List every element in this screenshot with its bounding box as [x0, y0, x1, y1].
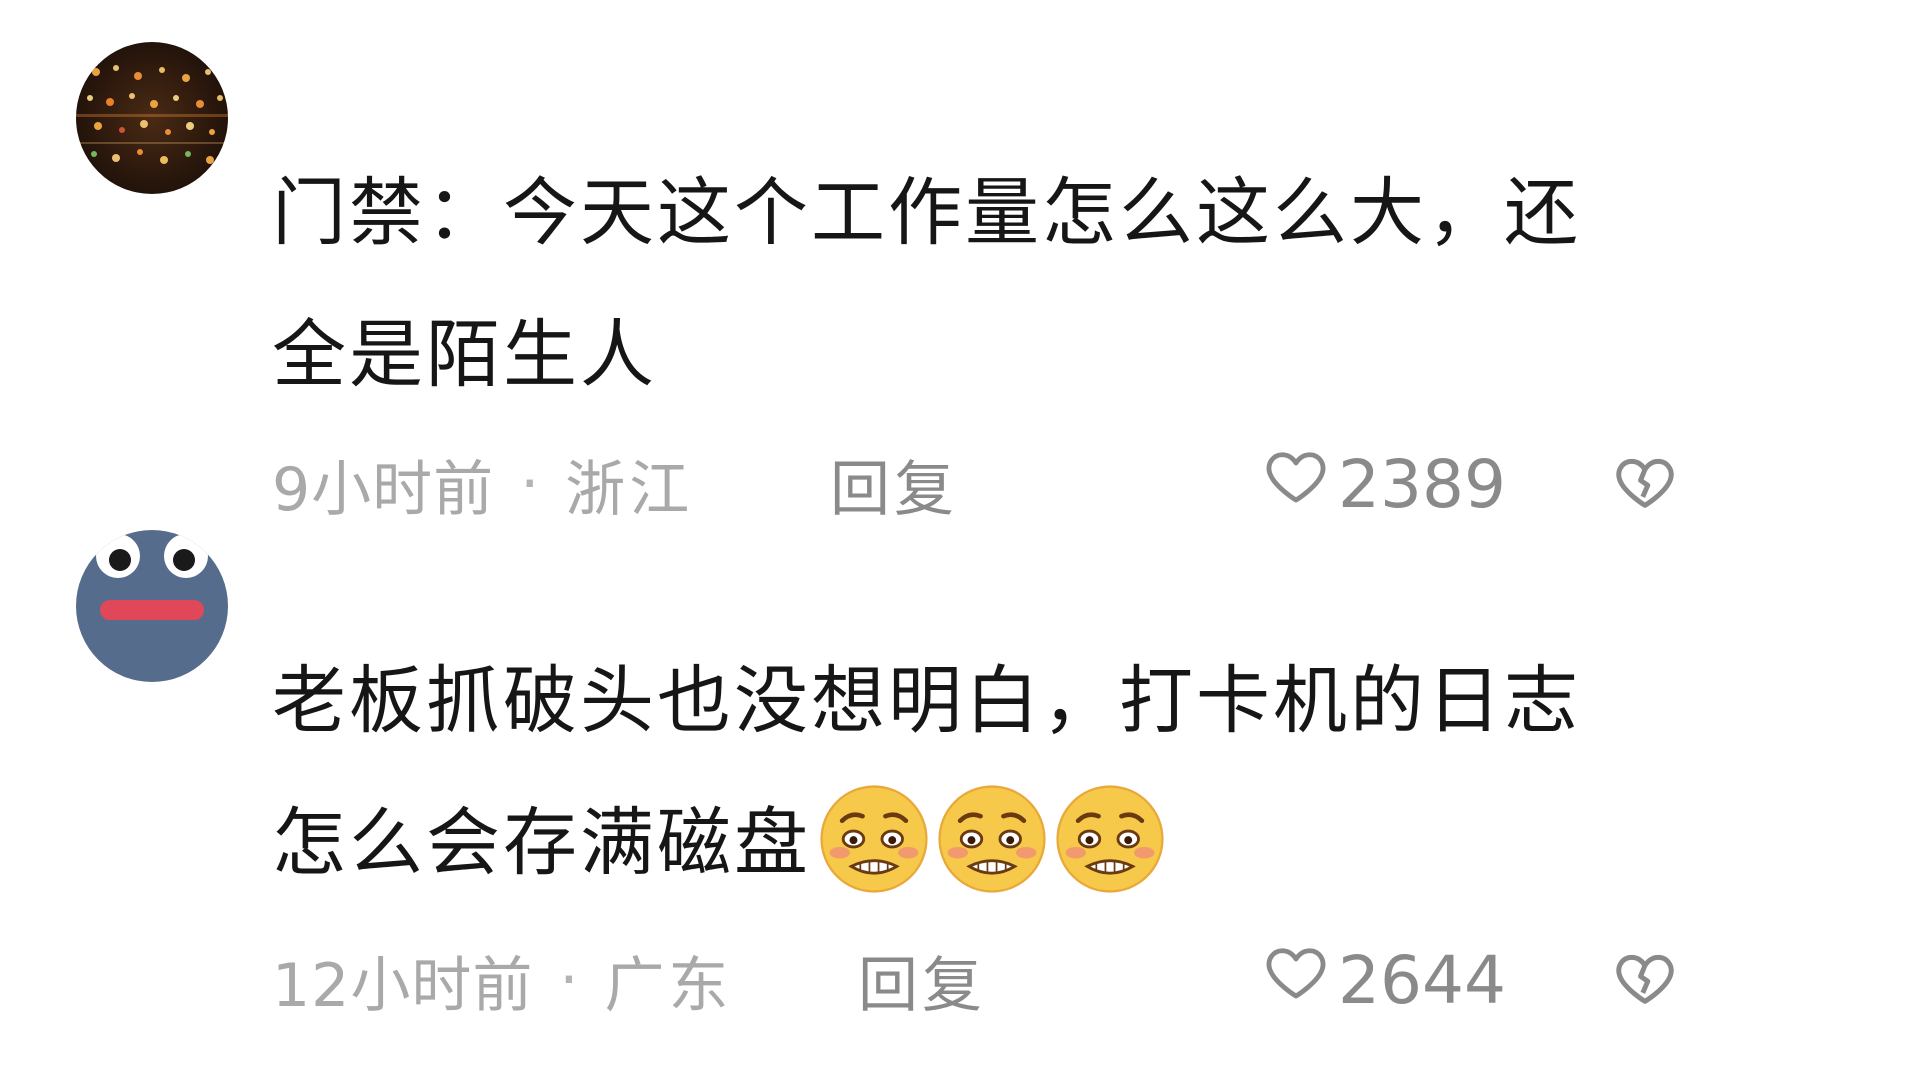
heart-outline-icon	[1262, 442, 1338, 526]
comment-meta: 12小时前 · 广东	[272, 940, 732, 1021]
like-button[interactable]: 2389	[1262, 444, 1506, 524]
broken-heart-icon	[1612, 449, 1678, 519]
comment-text: 门禁：今天这个工作量怎么这么大，还 全是陌生人	[272, 142, 1702, 426]
like-count: 2644	[1338, 941, 1506, 1019]
comment-time: 12小时前	[272, 950, 534, 1021]
comment-list: 门禁：今天这个工作量怎么这么大，还 全是陌生人 9小时前 · 浙江 回复 238…	[0, 0, 1920, 1080]
comment-text-line: 怎么会存满磁盘	[272, 772, 1702, 914]
like-count: 2389	[1338, 445, 1506, 523]
meta-separator: ·	[559, 945, 579, 1015]
comment-text-line: 全是陌生人	[272, 312, 657, 398]
bokeh-lights-avatar	[76, 42, 228, 194]
cartoon-face-avatar	[76, 530, 228, 682]
comment-text-line: 门禁：今天这个工作量怎么这么大，还	[272, 170, 1581, 256]
meta-separator: ·	[520, 449, 540, 519]
broken-heart-icon	[1612, 945, 1678, 1015]
comment-location: 浙江	[565, 454, 694, 525]
heart-outline-icon	[1262, 938, 1338, 1022]
user-avatar[interactable]	[76, 530, 228, 682]
comment-text: 老板抓破头也没想明白，打卡机的日志 怎么会存满磁盘	[272, 630, 1702, 914]
reply-button[interactable]: 回复	[858, 940, 986, 1021]
emoji-group	[817, 782, 1167, 896]
comment-time: 9小时前	[272, 454, 495, 525]
dislike-button[interactable]	[1612, 940, 1680, 1020]
reply-button[interactable]: 回复	[830, 444, 958, 525]
comment-location: 广东	[604, 950, 733, 1021]
user-avatar[interactable]	[76, 42, 228, 194]
like-button[interactable]: 2644	[1262, 940, 1506, 1020]
pleading-face-emoji	[935, 782, 1049, 896]
comment-text-line: 老板抓破头也没想明白，打卡机的日志	[272, 658, 1581, 744]
pleading-face-emoji	[817, 782, 931, 896]
dislike-button[interactable]	[1612, 444, 1680, 524]
comment-text-fragment: 怎么会存满磁盘	[272, 800, 811, 886]
comment-meta: 9小时前 · 浙江	[272, 444, 693, 525]
pleading-face-emoji	[1053, 782, 1167, 896]
